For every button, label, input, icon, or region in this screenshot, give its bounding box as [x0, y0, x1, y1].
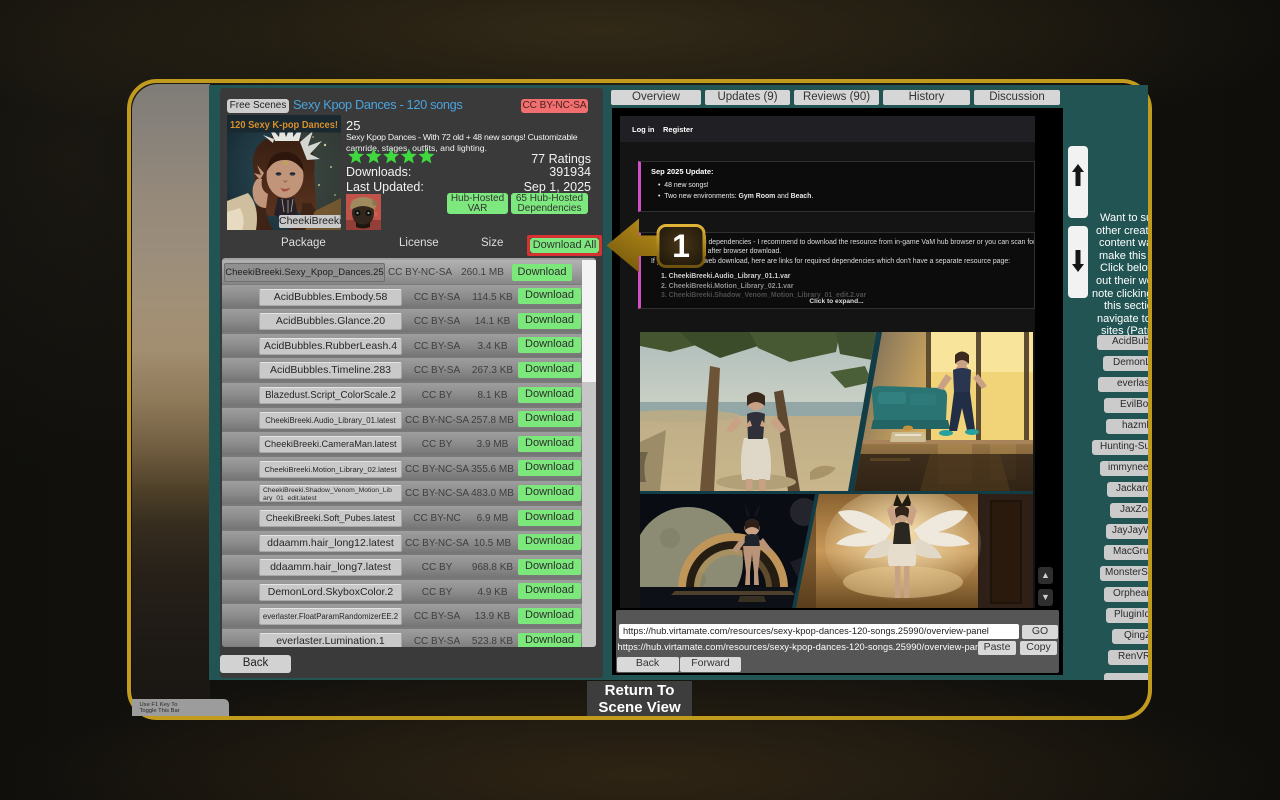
- svg-text:120 Sexy K-pop Dances!: 120 Sexy K-pop Dances!: [230, 120, 338, 131]
- svg-text:1: 1: [672, 228, 690, 264]
